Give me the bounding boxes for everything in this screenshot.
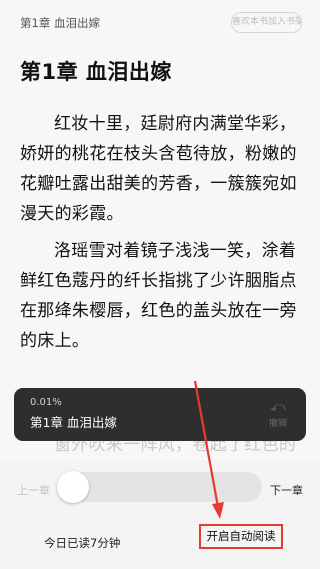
top-bar: 第1章 血泪出嫁 喜欢本书加入书架 (0, 0, 320, 44)
auto-read-button[interactable]: 开启自动阅读 (199, 524, 283, 549)
paragraph: 洛瑶雪对着镜子浅浅一笑，涂着鲜红色蔻丹的纤长指挑了少许胭脂点在那绛朱樱唇，红色的… (20, 241, 297, 351)
today-read-time: 今日已读7分钟 (44, 536, 121, 550)
paragraph: 红妆十里，廷尉府内满堂华彩，娇妍的桃花在枝头含苞待放，粉嫩的花瓣吐露出甜美的芳香… (20, 114, 297, 224)
progress-toast: 0.01% 第1章 血泪出嫁 ⤺ 撤销 (14, 388, 306, 441)
undo-button[interactable]: ⤺ 撤销 (264, 400, 292, 429)
chapter-title: 第1章 血泪出嫁 (20, 60, 172, 84)
next-chapter-button[interactable]: 下一章 (270, 482, 303, 498)
prev-chapter-button[interactable]: 上一章 (17, 482, 50, 498)
progress-slider-knob[interactable] (57, 471, 89, 503)
add-to-shelf-button[interactable]: 喜欢本书加入书架 (231, 12, 302, 33)
progress-percent: 0.01% (30, 397, 62, 408)
toast-chapter-title: 第1章 血泪出嫁 (30, 415, 117, 430)
header-chapter-title: 第1章 血泪出嫁 (20, 16, 100, 30)
undo-label: 撤销 (268, 419, 287, 429)
undo-arrow-icon: ⤺ (270, 399, 286, 415)
bottom-panel: 上一章 下一章 今日已读7分钟 (0, 460, 320, 569)
